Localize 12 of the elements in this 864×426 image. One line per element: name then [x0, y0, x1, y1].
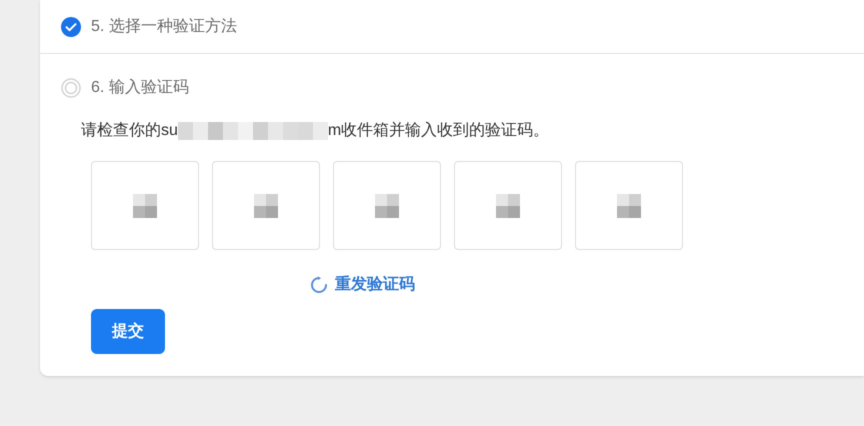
step-title: 5. 选择一种验证方法 — [91, 16, 237, 36]
code-input-field[interactable] — [91, 161, 199, 250]
code-input-field[interactable] — [333, 161, 441, 250]
submit-button[interactable]: 提交 — [91, 309, 165, 354]
refresh-icon — [310, 276, 328, 294]
resend-link[interactable]: 重发验证码 — [310, 273, 415, 297]
code-input-field[interactable] — [454, 161, 562, 250]
code-input-field[interactable] — [212, 161, 320, 250]
instruction-text: m收件箱并输入收到的验证码。 — [328, 120, 550, 141]
instruction-text: 请检查你的su — [81, 120, 178, 141]
step-title: 6. 输入验证码 — [91, 78, 189, 98]
code-input-field[interactable] — [575, 161, 683, 250]
